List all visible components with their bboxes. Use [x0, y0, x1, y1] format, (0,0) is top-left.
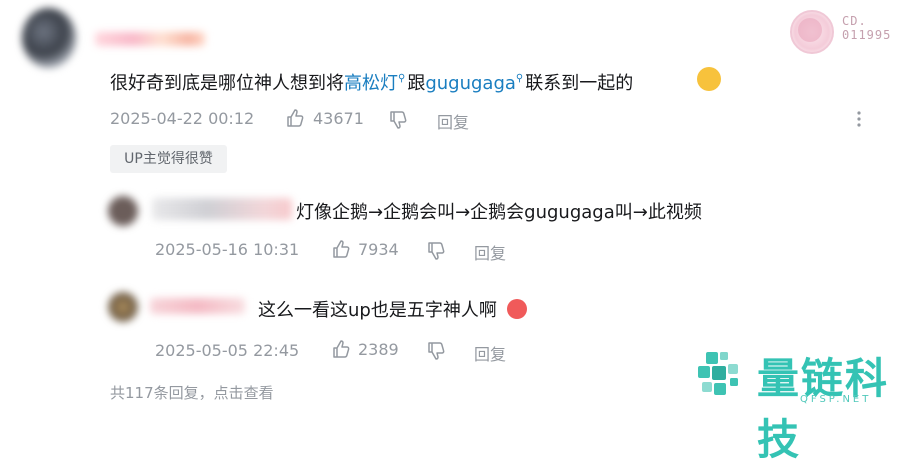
thumbs-down-icon[interactable]: [426, 341, 446, 361]
thumbs-up-icon[interactable]: [331, 239, 351, 259]
avatar[interactable]: [108, 292, 138, 322]
like-button[interactable]: [331, 239, 351, 263]
fan-badge-text: CD. 011995: [842, 14, 891, 42]
reply-button[interactable]: 回复: [474, 341, 506, 365]
search-icon[interactable]: ⚲: [398, 73, 405, 84]
thinking-emoji-icon: [697, 67, 721, 91]
fan-badge-icon: [798, 18, 822, 42]
comment-text-part: 联系到一起的: [525, 73, 634, 94]
thumbs-up-icon[interactable]: [285, 108, 305, 128]
dislike-button[interactable]: [426, 341, 446, 365]
topic-link-gaosongdeng[interactable]: 高松灯: [344, 73, 398, 94]
reply-text-content: 这么一看这up也是五字神人啊: [258, 300, 497, 321]
username[interactable]: [95, 32, 205, 46]
timestamp: 2025-05-05 22:45: [155, 341, 300, 360]
username[interactable]: [152, 198, 292, 220]
view-replies-link[interactable]: 共117条回复，点击查看: [110, 382, 274, 403]
watermark-domain: QFSP.NET: [800, 394, 872, 405]
dislike-button[interactable]: [388, 110, 408, 134]
topic-link-gugugaga[interactable]: gugugaga: [425, 73, 516, 94]
timestamp: 2025-04-22 00:12: [110, 109, 255, 128]
username[interactable]: [150, 298, 245, 314]
more-vertical-icon[interactable]: [856, 110, 862, 132]
reply-text: 这么一看这up也是五字神人啊: [258, 296, 527, 322]
thumbs-up-icon[interactable]: [331, 339, 351, 359]
avatar[interactable]: [22, 8, 76, 68]
search-icon[interactable]: ⚲: [516, 73, 523, 84]
thumbs-down-icon[interactable]: [426, 241, 446, 261]
like-count: 7934: [358, 240, 399, 259]
dislike-button[interactable]: [426, 241, 446, 265]
like-button[interactable]: [285, 108, 305, 132]
badge-label-top: CD.: [842, 14, 867, 28]
timestamp: 2025-05-16 10:31: [155, 240, 300, 259]
up-liked-tag: UP主觉得很赞: [110, 145, 227, 173]
reply-button[interactable]: 回复: [437, 109, 469, 133]
like-count: 43671: [313, 109, 364, 128]
watermark-logo-icon: [694, 350, 754, 406]
reply-button[interactable]: 回复: [474, 240, 506, 264]
watermark-brand: 量链科技: [757, 354, 890, 464]
comment-text: 很好奇到底是哪位神人想到将高松灯⚲ 跟gugugaga⚲ 联系到一起的: [110, 69, 633, 95]
like-button[interactable]: [331, 339, 351, 363]
comment-text-part: 跟: [407, 73, 426, 94]
comment-text-part: 很好奇到底是哪位神人想到将: [110, 73, 344, 94]
badge-label-bottom: 011995: [842, 28, 892, 42]
angry-face-emoji-icon: [506, 299, 527, 319]
reply-text: 灯像企鹅→企鹅会叫→企鹅会gugugaga叫→此视频: [296, 202, 702, 223]
thumbs-down-icon[interactable]: [388, 110, 408, 130]
avatar[interactable]: [108, 196, 138, 226]
like-count: 2389: [358, 340, 399, 359]
